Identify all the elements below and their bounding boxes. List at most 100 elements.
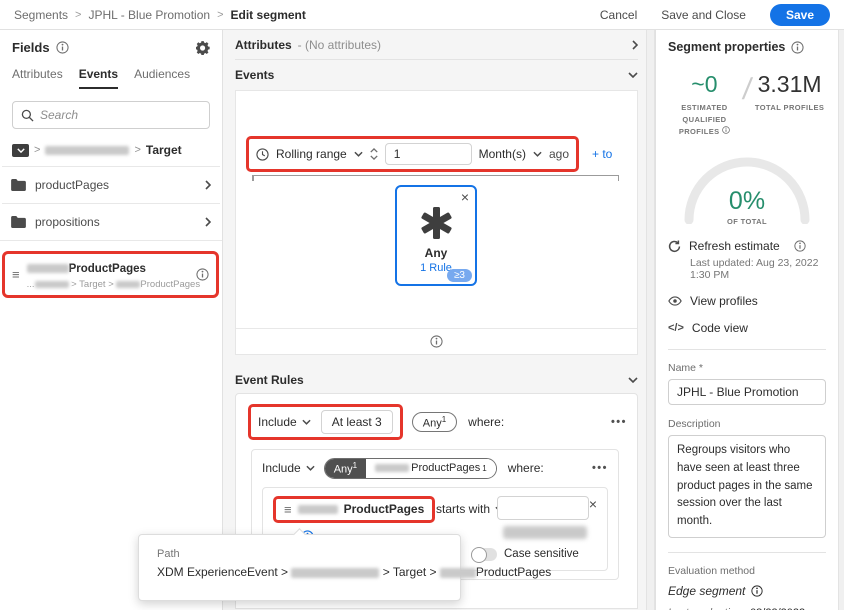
fields-title: Fields <box>12 40 50 55</box>
save-button[interactable]: Save <box>769 3 830 26</box>
field-item-title: ProductPages <box>26 263 146 275</box>
info-icon[interactable] <box>55 41 69 54</box>
field-chip-highlighted[interactable]: ≡ ProductPages <box>273 495 436 523</box>
total-profiles-metric: 3.31M TOTAL PROFILES <box>753 71 826 114</box>
chevron-down-icon[interactable] <box>628 72 638 78</box>
right-scrollbar[interactable] <box>838 30 844 610</box>
view-profiles-action[interactable]: View profiles <box>668 294 826 308</box>
search-input[interactable] <box>40 108 201 122</box>
redacted-path-part <box>116 280 141 288</box>
info-icon[interactable] <box>751 585 764 597</box>
topbar-actions: Cancel Save and Close Save <box>600 3 830 26</box>
events-section-header[interactable]: Events <box>235 60 638 90</box>
info-icon[interactable] <box>430 335 443 348</box>
condition-value-input[interactable] <box>497 495 589 520</box>
where-label: where: <box>468 415 505 429</box>
evaluation-method-value: Edge segment <box>668 584 826 598</box>
case-sensitive-toggle[interactable] <box>471 547 497 564</box>
segment-description-textarea[interactable]: Regroups visitors who have seen at least… <box>668 435 826 539</box>
segment-name-input[interactable] <box>668 379 826 405</box>
info-icon[interactable] <box>791 40 804 54</box>
divider <box>668 552 826 554</box>
chevron-down-icon[interactable] <box>354 151 363 157</box>
breadcrumb-current-page: Edit segment <box>230 7 306 22</box>
refresh-estimate-action[interactable]: Refresh estimate <box>668 239 826 253</box>
any-field-segmented-pill: Any1 ProductPages 1 <box>323 458 497 479</box>
info-icon[interactable] <box>794 240 806 252</box>
code-view-label: Code view <box>691 321 748 335</box>
clock-icon <box>256 147 269 161</box>
range-unit-dropdown[interactable]: Month(s) <box>479 147 526 161</box>
event-rules-header[interactable]: Event Rules <box>235 367 638 393</box>
field-item-productpages-highlighted[interactable]: ≡ ProductPages ... > Target > ProductPag… <box>2 251 219 298</box>
value-stepper[interactable] <box>370 148 378 160</box>
redacted-prefix <box>297 504 338 514</box>
chevron-right-icon[interactable] <box>205 217 211 227</box>
cancel-button[interactable]: Cancel <box>600 8 637 22</box>
attributes-section-header[interactable]: Attributes - (No attributes) <box>235 30 638 60</box>
range-value-input[interactable] <box>384 143 472 165</box>
operator-dropdown[interactable]: starts with <box>436 502 504 516</box>
profile-metrics: ~0 ESTIMATED QUALIFIED PROFILES / 3.31M … <box>668 71 826 138</box>
total-value: 3.31M <box>757 71 822 97</box>
redacted-prefix <box>26 264 69 274</box>
search-box <box>12 101 210 129</box>
info-icon[interactable] <box>722 126 730 134</box>
range-type-dropdown[interactable]: Rolling range <box>276 147 347 161</box>
field-chip-label: ProductPages <box>343 502 425 517</box>
attributes-title: Attributes <box>235 37 292 52</box>
more-menu-icon[interactable]: ••• <box>611 416 627 428</box>
code-view-action[interactable]: </> Code view <box>668 321 826 335</box>
folder-icon <box>11 216 26 228</box>
middle-scrollbar[interactable] <box>646 30 655 610</box>
include-dropdown[interactable]: Include <box>262 461 315 475</box>
tab-audiences[interactable]: Audiences <box>134 67 190 89</box>
breadcrumb-segment-name[interactable]: JPHL - Blue Promotion <box>88 8 210 22</box>
inner-rule-row: Include Any1 ProductPages 1 where: ••• <box>262 458 608 479</box>
schema-breadcrumb: > > Target <box>12 143 210 157</box>
tree-folder-productpages[interactable]: productPages <box>2 166 220 203</box>
tooltip-title: Path <box>157 548 180 560</box>
chevron-right-icon[interactable] <box>632 39 638 50</box>
attributes-subtitle: - (No attributes) <box>297 37 382 52</box>
tab-attributes[interactable]: Attributes <box>12 67 63 89</box>
any-event-card[interactable]: × Any 1 Rule ≥3 <box>395 185 477 286</box>
folder-label: productPages <box>35 178 110 192</box>
drag-handle-icon[interactable]: ≡ <box>12 267 20 282</box>
schema-separator: > <box>134 144 141 156</box>
add-to-link[interactable]: + to <box>592 147 612 161</box>
gauge-value: 0% <box>728 187 766 215</box>
code-icon: </> <box>668 322 684 334</box>
evaluation-method-label: Evaluation method <box>668 565 755 578</box>
chevron-right-icon[interactable] <box>205 180 211 190</box>
description-label: Description <box>668 418 721 430</box>
gear-icon[interactable] <box>196 40 210 55</box>
breadcrumb-segments[interactable]: Segments <box>14 8 68 22</box>
include-dropdown[interactable]: Include <box>258 415 311 429</box>
chevron-down-icon[interactable] <box>533 151 542 157</box>
drag-handle-icon: ≡ <box>284 501 292 517</box>
events-canvas: Rolling range Month(s) ago + to × <box>235 90 638 355</box>
pill-field-segment: ProductPages 1 <box>366 459 496 478</box>
eye-icon <box>668 296 682 306</box>
fields-tabs: Attributes Events Audiences <box>0 55 222 89</box>
divider <box>668 349 826 350</box>
schema-selector-icon[interactable] <box>12 143 29 157</box>
count-selector[interactable]: At least 3 <box>320 410 393 434</box>
save-and-close-button[interactable]: Save and Close <box>661 8 746 22</box>
schema-current-node[interactable]: Target <box>146 143 182 157</box>
close-icon[interactable]: × <box>589 496 597 512</box>
info-icon[interactable] <box>196 268 209 281</box>
close-icon[interactable]: × <box>461 189 469 205</box>
more-menu-icon[interactable]: ••• <box>592 462 608 474</box>
count-badge: ≥3 <box>446 269 472 282</box>
outer-rule-row: Include At least 3 Any1 where: ••• <box>248 404 627 440</box>
redacted-path-part <box>439 567 476 578</box>
field-item-text: ProductPages ... > Target > ProductPages <box>26 259 200 290</box>
properties-header: Segment properties <box>668 30 826 54</box>
chevron-down-icon[interactable] <box>628 377 638 383</box>
properties-title: Segment properties <box>668 40 786 54</box>
tree-folder-propositions[interactable]: propositions <box>2 203 220 240</box>
event-rules-title: Event Rules <box>235 373 304 387</box>
tab-events[interactable]: Events <box>78 67 119 89</box>
